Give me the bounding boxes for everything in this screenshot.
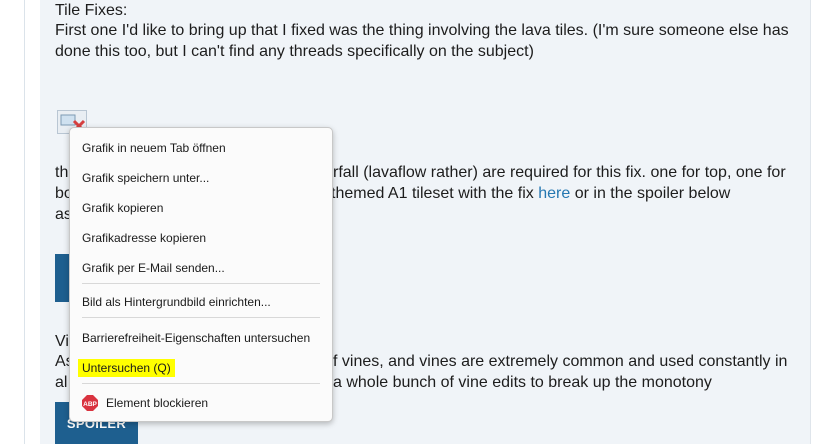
post-text-fragment: al [55, 374, 68, 391]
abp-icon: ABP [82, 395, 98, 411]
post-text-fragment: a whole bunch of vine edits to break up … [333, 374, 712, 391]
menu-item-email-image[interactable]: Grafik per E-Mail senden... [82, 260, 225, 276]
post-text-fragment: themed A1 tileset with the fix here or i… [331, 184, 730, 204]
inspect-highlight: Untersuchen (Q) [78, 359, 175, 377]
post-text-fragment: th [55, 164, 69, 181]
menu-item-block-element[interactable]: Element blockieren [106, 395, 208, 411]
post-text-fragment: rfall (lavaflow rather) are required for… [333, 164, 786, 181]
here-link[interactable]: here [538, 185, 570, 202]
post-text-fragment: Vi [55, 333, 69, 350]
menu-item-open-image-new-tab[interactable]: Grafik in neuem Tab öffnen [82, 140, 226, 156]
post-text-fragment: f vines, and vines are extremely common … [333, 353, 788, 370]
right-divider [810, 0, 811, 444]
abp-icon-text: ABP [83, 401, 97, 408]
left-margin [0, 0, 40, 444]
menu-item-copy-image[interactable]: Grafik kopieren [82, 200, 163, 216]
menu-item-copy-image-address[interactable]: Grafikadresse kopieren [82, 230, 206, 246]
menu-item-inspect-accessibility[interactable]: Barrierefreiheit-Eigenschaften untersuch… [82, 330, 310, 346]
menu-item-set-as-background[interactable]: Bild als Hintergrundbild einrichten... [82, 294, 271, 310]
left-divider [24, 0, 25, 444]
post-text-fragment: themed A1 tileset with the fix [331, 185, 534, 202]
menu-separator [82, 383, 320, 384]
menu-item-save-image-as[interactable]: Grafik speichern unter... [82, 170, 209, 186]
post-text-fragment: or in the spoiler below [574, 185, 731, 202]
section-heading: Tile Fixes: [55, 2, 128, 19]
post-text-line: First one I'd like to bring up that I fi… [55, 22, 789, 39]
context-menu: Grafik in neuem Tab öffnen Grafik speich… [69, 127, 333, 422]
menu-separator [82, 283, 320, 284]
menu-separator [82, 317, 320, 318]
post-text-line: done this too, but I can't find any thre… [55, 43, 534, 60]
menu-item-inspect[interactable]: Untersuchen (Q) [78, 359, 175, 377]
spoiler-button[interactable] [55, 254, 70, 302]
